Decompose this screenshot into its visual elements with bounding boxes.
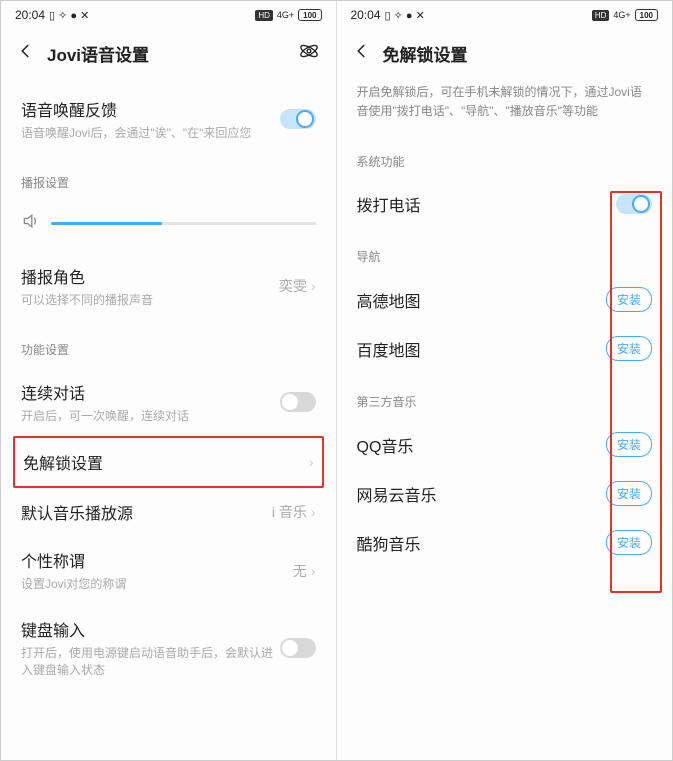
status-left-icons: ▯ ✧ ● ✕	[49, 9, 89, 22]
music-title: 默认音乐播放源	[21, 500, 272, 524]
dial-phone-row[interactable]: 拨打电话	[357, 180, 653, 228]
nickname-value: 无	[293, 561, 307, 581]
volume-slider-row[interactable]	[21, 201, 316, 252]
net-indicator: 4G+	[277, 10, 294, 20]
baidu-map-row[interactable]: 百度地图 安装	[357, 324, 653, 373]
hd-indicator: HD	[255, 10, 273, 21]
default-music-row[interactable]: 默认音乐播放源 i 音乐 ›	[21, 488, 316, 536]
gaode-title: 高德地图	[357, 288, 421, 312]
chevron-right-icon: ›	[311, 504, 316, 520]
status-bar: 20:04 ▯ ✧ ● ✕ HD 4G+ 100	[1, 1, 336, 29]
nickname-row[interactable]: 个性称谓 设置Jovi对您的称谓 无 ›	[21, 536, 316, 605]
back-icon[interactable]	[17, 42, 35, 65]
netease-music-row[interactable]: 网易云音乐 安装	[357, 469, 653, 518]
status-time: 20:04	[15, 8, 45, 22]
install-button-netease[interactable]: 安装	[606, 481, 652, 506]
broadcast-section: 播报设置	[21, 154, 316, 201]
continuous-title: 连续对话	[21, 380, 280, 404]
unlock-settings-highlight: 免解锁设置 ›	[13, 436, 324, 488]
baidu-title: 百度地图	[357, 337, 421, 361]
net-indicator: 4G+	[613, 10, 630, 20]
keyboard-input-row[interactable]: 键盘输入 打开后，使用电源键启动语音助手后，会默认进入键盘输入状态	[21, 605, 316, 691]
kugou-music-row[interactable]: 酷狗音乐 安装	[357, 518, 653, 567]
keyboard-title: 键盘输入	[21, 617, 280, 641]
chevron-right-icon: ›	[311, 278, 316, 294]
func-section: 功能设置	[21, 321, 316, 368]
gaode-map-row[interactable]: 高德地图 安装	[357, 275, 653, 324]
chevron-right-icon: ›	[309, 454, 314, 470]
install-button-qq[interactable]: 安装	[606, 432, 652, 457]
dial-title: 拨打电话	[357, 192, 421, 216]
battery-indicator: 100	[298, 9, 321, 21]
screen-unlock-settings: 20:04 ▯ ✧ ● ✕ HD 4G+ 100 免解锁设置 开启免解锁后，可在…	[337, 1, 673, 760]
role-sub: 可以选择不同的播报声音	[21, 292, 279, 309]
wake-sub: 语音唤醒Jovi后，会通过"诶"、"在"来回应您	[21, 125, 280, 142]
broadcast-role-row[interactable]: 播报角色 可以选择不同的播报声音 奕雯 ›	[21, 252, 316, 321]
wake-toggle[interactable]	[280, 109, 316, 129]
keyboard-toggle[interactable]	[280, 638, 316, 658]
speaker-icon	[21, 211, 41, 236]
music-section: 第三方音乐	[357, 373, 653, 420]
page-description: 开启免解锁后，可在手机未解锁的情况下，通过Jovi语音使用"拨打电话"、"导航"…	[337, 77, 673, 133]
qq-title: QQ音乐	[357, 433, 414, 457]
netease-title: 网易云音乐	[357, 482, 437, 506]
wake-title: 语音唤醒反馈	[21, 97, 280, 121]
back-icon[interactable]	[353, 42, 371, 65]
nav-section: 导航	[357, 228, 653, 275]
continuous-sub: 开启后，可一次唤醒，连续对话	[21, 408, 280, 425]
status-left-icons: ▯ ✧ ● ✕	[385, 9, 425, 22]
screen-jovi-voice-settings: 20:04 ▯ ✧ ● ✕ HD 4G+ 100 Jovi语音设置 语音唤醒反馈…	[1, 1, 337, 760]
page-title: 免解锁设置	[383, 41, 657, 66]
status-time: 20:04	[351, 8, 381, 22]
install-button-kugou[interactable]: 安装	[606, 530, 652, 555]
hd-indicator: HD	[592, 10, 610, 21]
nickname-title: 个性称谓	[21, 548, 293, 572]
continuous-toggle[interactable]	[280, 392, 316, 412]
header: 免解锁设置	[337, 29, 673, 77]
role-title: 播报角色	[21, 264, 279, 288]
volume-slider[interactable]	[51, 222, 316, 225]
battery-indicator: 100	[635, 9, 658, 21]
role-value: 奕雯	[279, 276, 307, 296]
kugou-title: 酷狗音乐	[357, 531, 421, 555]
voice-wake-feedback-row[interactable]: 语音唤醒反馈 语音唤醒Jovi后，会通过"诶"、"在"来回应您	[21, 85, 316, 154]
page-title: Jovi语音设置	[47, 41, 286, 66]
qq-music-row[interactable]: QQ音乐 安装	[357, 420, 653, 469]
atom-icon[interactable]	[298, 40, 320, 67]
continuous-dialog-row[interactable]: 连续对话 开启后，可一次唤醒，连续对话	[21, 368, 316, 437]
sys-section: 系统功能	[357, 133, 653, 180]
header: Jovi语音设置	[1, 29, 336, 77]
dial-toggle[interactable]	[616, 194, 652, 214]
keyboard-sub: 打开后，使用电源键启动语音助手后，会默认进入键盘输入状态	[21, 645, 280, 679]
unlock-title: 免解锁设置	[23, 450, 309, 474]
nickname-sub: 设置Jovi对您的称谓	[21, 576, 293, 593]
install-button-gaode[interactable]: 安装	[606, 287, 652, 312]
chevron-right-icon: ›	[311, 563, 316, 579]
unlock-settings-row[interactable]: 免解锁设置 ›	[21, 448, 316, 476]
status-bar: 20:04 ▯ ✧ ● ✕ HD 4G+ 100	[337, 1, 673, 29]
music-value: i 音乐	[272, 502, 307, 522]
install-button-baidu[interactable]: 安装	[606, 336, 652, 361]
